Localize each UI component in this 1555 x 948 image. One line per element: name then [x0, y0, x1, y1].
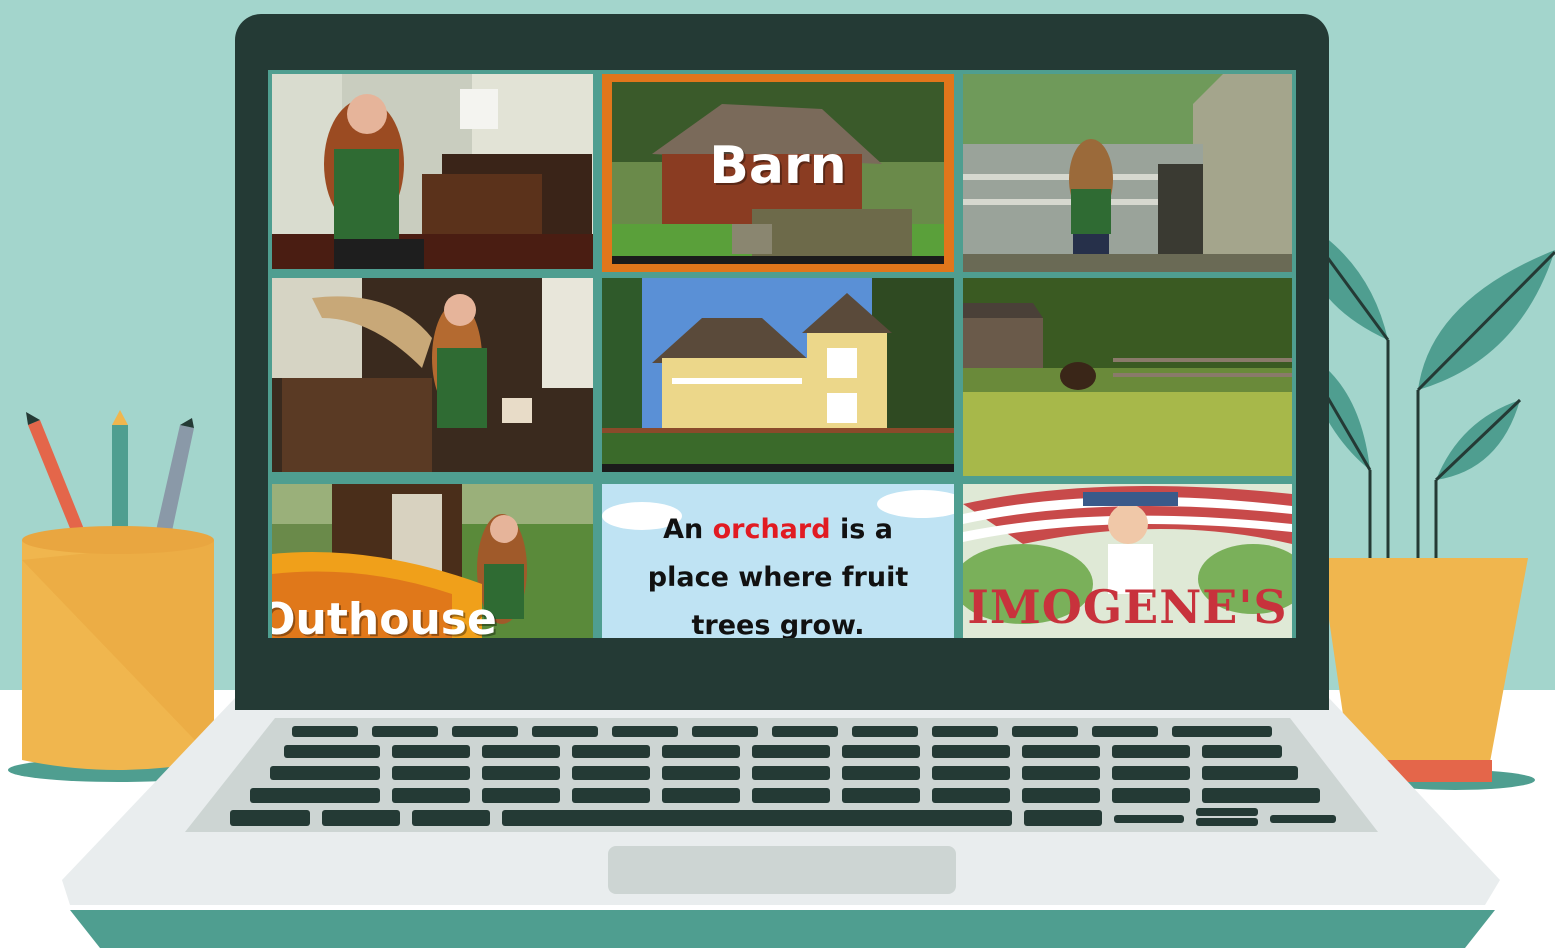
orchard-definition-text: An orchard is a place where fruit trees …: [602, 506, 954, 638]
video-thumbnail-farmhouse[interactable]: [602, 278, 954, 472]
thumbnail-image: [963, 74, 1292, 272]
caption-line: trees grow.: [691, 610, 865, 638]
book-title: IMOGENE'S: [967, 580, 1288, 634]
thumbnail-image: [272, 278, 593, 472]
video-thumbnail-shed[interactable]: [963, 74, 1292, 272]
caption-part: An: [663, 514, 713, 545]
video-thumbnail-barn[interactable]: Barn: [602, 74, 954, 272]
video-thumbnail-spinning-wheel[interactable]: [272, 278, 593, 472]
caption-highlight: orchard: [712, 514, 831, 545]
video-thumbnail-horse-pasture[interactable]: [963, 278, 1292, 476]
thumbnail-caption: Barn: [709, 136, 847, 196]
caption-part: is a: [830, 514, 893, 545]
video-thumbnail-imogenes-book[interactable]: IMOGENE'S: [963, 484, 1292, 638]
thumbnail-image: [272, 74, 593, 269]
video-thumbnail-outhouse[interactable]: Outhouse: [272, 484, 593, 638]
laptop-base: [62, 698, 1500, 948]
pencil-cup: [8, 410, 228, 782]
video-thumbnail-grid: Barn Outhouse An orchard is a place wher…: [268, 70, 1296, 638]
video-thumbnail-orchard[interactable]: An orchard is a place where fruit trees …: [602, 484, 954, 638]
thumbnail-image: [602, 278, 954, 472]
plant-leaves: [1298, 219, 1555, 560]
thumbnail-caption: Outhouse: [272, 594, 497, 638]
thumbnail-image: [963, 278, 1292, 476]
caption-line: place where fruit: [647, 562, 909, 593]
video-thumbnail-commode[interactable]: [272, 74, 593, 269]
